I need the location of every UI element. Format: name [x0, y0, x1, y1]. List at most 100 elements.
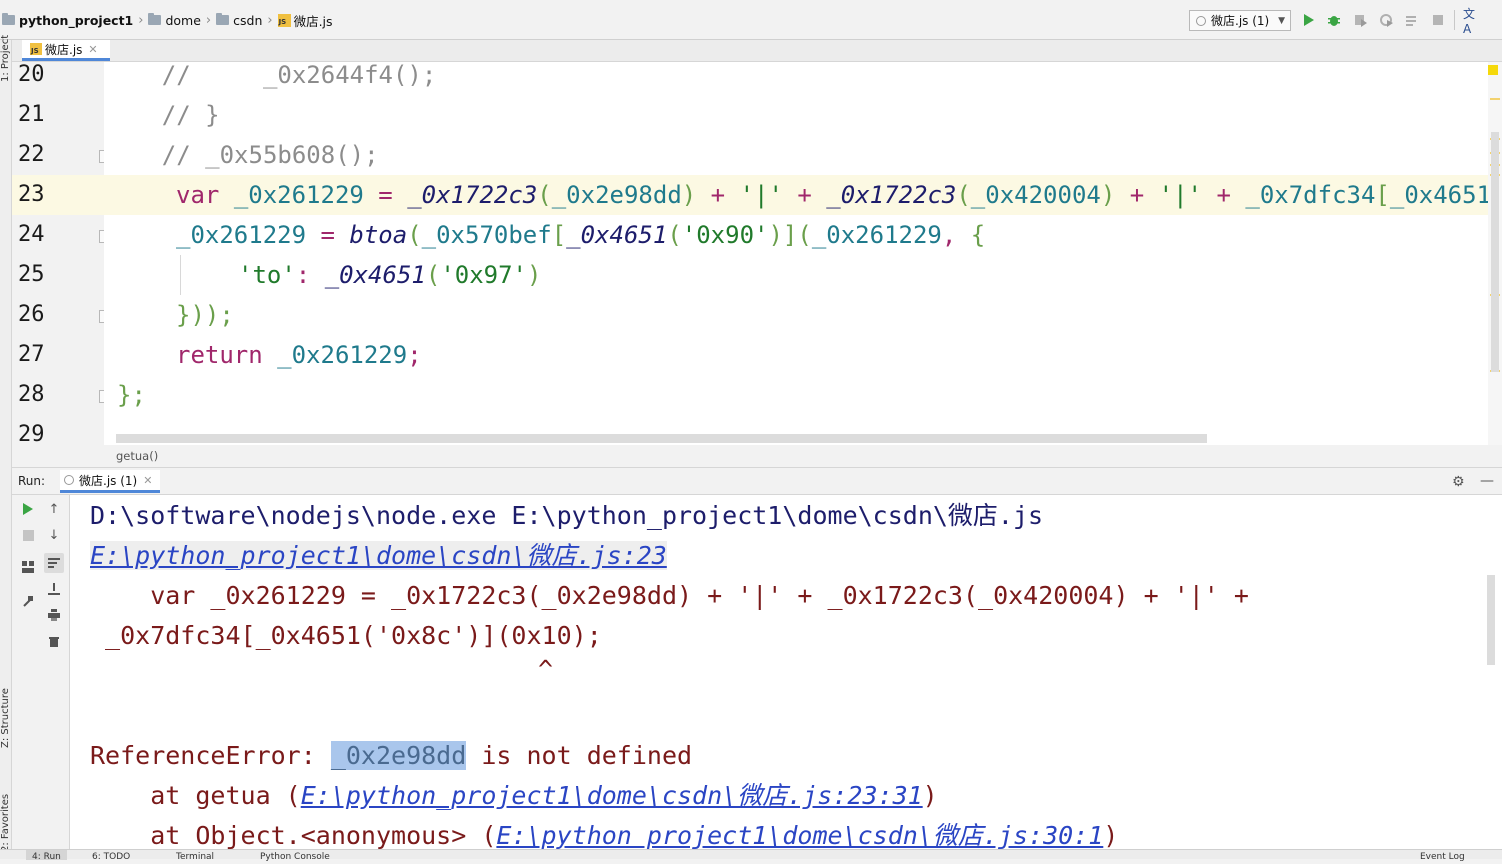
- line-number: 29: [18, 422, 45, 445]
- breadcrumb: python_project1 › dome › csdn › JS 微店.js: [2, 11, 333, 30]
- terminal-tool-button[interactable]: Terminal: [176, 850, 214, 864]
- console-location-row: E:\python_project1\dome\csdn\微店.js:23: [90, 536, 667, 576]
- folder-icon: [216, 13, 230, 25]
- chevron-right-icon: ›: [138, 12, 144, 28]
- scroll-to-end-icon: [48, 583, 60, 595]
- minimize-icon[interactable]: —: [1480, 473, 1494, 489]
- coverage-icon: [1355, 15, 1367, 27]
- trash-icon: [49, 637, 59, 647]
- close-icon[interactable]: ✕: [88, 43, 97, 56]
- print-button[interactable]: [46, 607, 62, 623]
- run-button[interactable]: [1302, 13, 1316, 27]
- run-tab[interactable]: 微店.js (1) ✕: [60, 470, 160, 493]
- clear-button[interactable]: [46, 633, 62, 649]
- navigation-bar: python_project1 › dome › csdn › JS 微店.js…: [0, 0, 1502, 40]
- stack-link[interactable]: E:\python_project1\dome\csdn\微店.js:30:1: [496, 821, 1103, 850]
- selected-text[interactable]: _0x2e98dd: [330, 741, 467, 770]
- folder-icon: [148, 13, 162, 25]
- play-icon: [1304, 14, 1314, 26]
- chevron-down-icon: ▼: [1278, 15, 1285, 26]
- run-tab-label: 微店.js (1): [79, 473, 138, 488]
- todo-tool-button[interactable]: 6: TODO: [92, 850, 130, 864]
- line-number: 20: [18, 62, 45, 87]
- list-icon: [1406, 16, 1416, 26]
- gear-icon[interactable]: ⚙: [1452, 474, 1465, 490]
- close-icon[interactable]: ✕: [143, 474, 152, 487]
- bug-icon: [1328, 16, 1340, 26]
- console-scrollbar[interactable]: [1487, 575, 1495, 665]
- stop-icon: [22, 529, 34, 541]
- code-breadcrumb: getua(): [12, 445, 1502, 468]
- breadcrumb-project[interactable]: python_project1: [19, 13, 133, 28]
- stop-icon: [1433, 15, 1443, 25]
- console-output[interactable]: D:\software\nodejs\node.exe E:\python_pr…: [70, 495, 1502, 859]
- pin-icon: [23, 596, 33, 607]
- pin-button[interactable]: [20, 593, 36, 609]
- tab-file[interactable]: JS 微店.js ✕: [22, 40, 110, 61]
- line-number: 27: [18, 342, 45, 367]
- code-line-28: };: [117, 381, 146, 409]
- run-config-label: 微店.js (1): [1211, 14, 1270, 28]
- project-tool-button[interactable]: 1: Project: [0, 35, 11, 82]
- translate-icon: 文A: [1463, 6, 1476, 36]
- editor-tabs: JS 微店.js ✕: [12, 40, 1502, 62]
- structure-tool-button[interactable]: Z: Structure: [0, 688, 11, 748]
- console-stack-1: at getua (E:\python_project1\dome\csdn\微…: [90, 781, 938, 810]
- arrow-down-icon: ↓: [48, 527, 60, 543]
- vertical-scrollbar[interactable]: [1491, 132, 1499, 372]
- code-line-26: }));: [176, 301, 234, 329]
- node-icon: [1196, 15, 1206, 26]
- python-console-tool-button[interactable]: Python Console: [260, 850, 330, 864]
- layout-button[interactable]: [20, 559, 36, 575]
- stop-button[interactable]: [20, 527, 36, 543]
- run-config-dropdown[interactable]: 微店.js (1) ▼: [1189, 10, 1291, 31]
- concurrency-button[interactable]: [1405, 13, 1419, 27]
- tab-label: 微店.js: [45, 42, 83, 57]
- warning-marker[interactable]: [1490, 98, 1500, 100]
- line-number: 21: [18, 102, 45, 127]
- editor-gutter: 20 21 22 23 24 25 26 27 28 29: [12, 62, 104, 445]
- breadcrumb-csdn[interactable]: csdn: [233, 13, 262, 28]
- console-location-link[interactable]: E:\python_project1\dome\csdn\微店.js:23: [90, 541, 667, 570]
- code-line-25: 'to': _0x4651('0x97'): [238, 261, 542, 289]
- stack-link[interactable]: E:\python_project1\dome\csdn\微店.js:23:31: [301, 781, 923, 810]
- arrow-up-icon: ↑: [48, 501, 60, 517]
- scroll-up-button[interactable]: ↑: [46, 501, 62, 517]
- code-line-22: // _0x55b608();: [161, 141, 379, 169]
- debug-button[interactable]: [1327, 13, 1341, 27]
- code-line-27: return _0x261229;: [176, 341, 422, 369]
- error-stripe[interactable]: [1488, 62, 1502, 445]
- js-file-icon: JS: [277, 13, 291, 27]
- console-code-1: var _0x261229 = _0x1722c3(_0x2e98dd) + '…: [90, 581, 1249, 610]
- code-editor[interactable]: // _0x2644f4(); // } // _0x55b608(); var…: [104, 62, 1490, 445]
- horizontal-scrollbar[interactable]: [116, 434, 1207, 443]
- event-log-tool-button[interactable]: Event Log: [1420, 850, 1465, 864]
- wrap-icon: [48, 558, 60, 568]
- chevron-right-icon: ›: [205, 12, 212, 28]
- profile-button[interactable]: [1379, 13, 1393, 27]
- folder-icon: [2, 13, 15, 25]
- code-line-24: _0x261229 = btoa(_0x570bef[_0x4651('0x90…: [176, 221, 986, 249]
- breadcrumb-function[interactable]: getua(): [116, 449, 158, 463]
- code-line-20: // _0x2644f4();: [161, 62, 437, 89]
- breadcrumb-file[interactable]: 微店.js: [294, 11, 333, 30]
- scroll-to-end-button[interactable]: [46, 581, 62, 597]
- code-line-23: var _0x261229 = _0x1722c3(_0x2e98dd) + '…: [104, 175, 1490, 215]
- play-icon: [23, 503, 33, 515]
- coverage-button[interactable]: [1353, 13, 1367, 27]
- warning-icon[interactable]: [1488, 65, 1498, 75]
- soft-wrap-button[interactable]: [44, 553, 64, 573]
- console-code-2: _0x7dfc34[_0x4651('0x8c')](0x10);: [90, 621, 602, 650]
- toolbar-divider: [1454, 10, 1455, 30]
- scroll-down-button[interactable]: ↓: [46, 527, 62, 543]
- stop-button[interactable]: [1431, 13, 1445, 27]
- breadcrumb-dome[interactable]: dome: [165, 13, 200, 28]
- favorites-tool-button[interactable]: 2: Favorites: [0, 794, 11, 852]
- line-number: 26: [18, 302, 45, 327]
- line-number: 22: [18, 142, 45, 167]
- rerun-button[interactable]: [20, 501, 36, 517]
- layout-icon: [22, 561, 34, 573]
- translate-button[interactable]: 文A: [1463, 7, 1481, 36]
- run-tool-header: Run: 微店.js (1) ✕ ⚙ —: [12, 468, 1502, 495]
- run-label: Run:: [18, 474, 46, 488]
